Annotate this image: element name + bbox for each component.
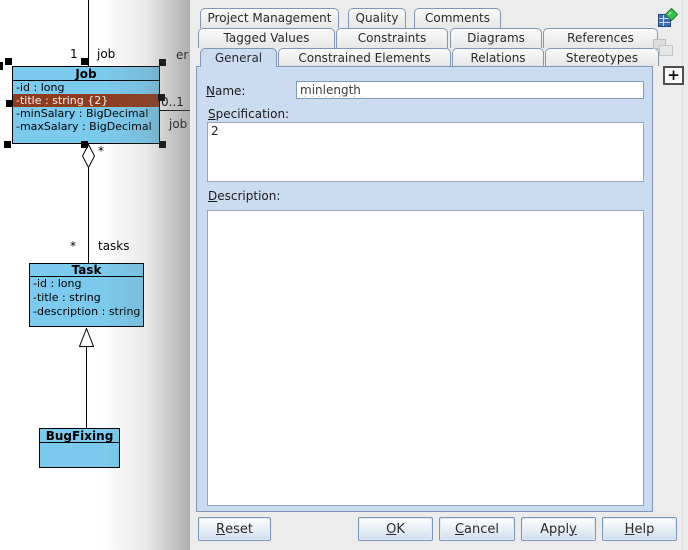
selection-handle[interactable]: [159, 141, 166, 148]
tab-relations[interactable]: Relations: [452, 48, 544, 66]
ok-button-mnemonic: O: [386, 522, 396, 537]
tab-project-management[interactable]: Project Management: [200, 8, 339, 28]
tab-diagrams[interactable]: Diagrams: [450, 28, 542, 48]
multiplicity-label[interactable]: 1: [70, 47, 78, 61]
association-line-right[interactable]: [160, 110, 190, 111]
job-attribute-title-selected[interactable]: -title : string {2}: [13, 94, 159, 107]
job-attribute-id[interactable]: -id : long: [13, 81, 159, 94]
expand-button[interactable]: +: [663, 66, 684, 85]
apply-button-pre: Appl: [540, 522, 569, 537]
ok-button-post: K: [396, 522, 405, 537]
tab-constrained-elements[interactable]: Constrained Elements: [278, 48, 451, 66]
tab-comments[interactable]: Comments: [414, 8, 501, 28]
aggregation-line[interactable]: [88, 166, 89, 263]
selection-handle[interactable]: [158, 94, 165, 101]
copy-icon-disabled: [652, 37, 674, 58]
application-window: 1 job er 0..1 job * * tasks Job -id : lo…: [0, 0, 688, 550]
job-attribute-maxsalary[interactable]: -maxSalary : BigDecimal: [13, 120, 159, 133]
name-label-mnemonic: N: [206, 84, 215, 98]
bugfixing-class[interactable]: BugFixing: [39, 428, 120, 468]
name-label: Name:: [206, 84, 245, 98]
description-textarea[interactable]: [207, 210, 644, 506]
multiplicity-label[interactable]: *: [70, 239, 76, 253]
generalization-triangle-icon[interactable]: [79, 328, 94, 347]
description-label-mnemonic: D: [208, 189, 217, 203]
tab-general[interactable]: General: [200, 48, 277, 67]
tab-tagged-values[interactable]: Tagged Values: [198, 28, 335, 48]
properties-dialog: Project Management Quality Comments Tagg…: [190, 0, 688, 550]
reset-button[interactable]: Reset: [198, 517, 271, 541]
role-label[interactable]: tasks: [98, 239, 130, 253]
help-button[interactable]: Help: [602, 517, 677, 541]
task-class[interactable]: Task -id : long -title : string -descrip…: [29, 263, 144, 327]
cancel-button-mnemonic: C: [455, 522, 464, 537]
task-attribute-id[interactable]: -id : long: [30, 277, 143, 291]
specification-label: Specification:: [208, 107, 289, 121]
general-tab-panel: Name: Specification: 2 Description:: [196, 66, 653, 512]
help-button-post: elp: [634, 522, 654, 537]
role-label[interactable]: job: [97, 47, 115, 61]
cancel-button[interactable]: Cancel: [439, 517, 515, 541]
job-class-name: Job: [13, 67, 159, 81]
reset-button-post: eset: [225, 522, 253, 537]
edge-tick: [0, 62, 3, 70]
selection-handle[interactable]: [81, 141, 88, 148]
selection-handle[interactable]: [5, 58, 12, 65]
tab-constraints[interactable]: Constraints: [336, 28, 448, 48]
tab-stereotypes[interactable]: Stereotypes: [545, 48, 659, 66]
selection-handle[interactable]: [4, 141, 11, 148]
generalization-line[interactable]: [86, 347, 87, 428]
reset-button-mnemonic: R: [216, 522, 225, 537]
tab-references[interactable]: References: [543, 28, 658, 48]
specification-label-text: pecification:: [216, 107, 289, 121]
task-attribute-description[interactable]: -description : string: [30, 305, 143, 319]
task-class-name: Task: [30, 264, 143, 277]
new-item-icon[interactable]: [658, 8, 678, 28]
tab-quality[interactable]: Quality: [348, 8, 406, 28]
diagram-canvas[interactable]: 1 job er 0..1 job * * tasks Job -id : lo…: [0, 0, 190, 550]
apply-button-mnemonic: y: [569, 522, 577, 537]
bugfixing-class-name: BugFixing: [40, 429, 119, 443]
description-label: Description:: [208, 189, 280, 203]
job-class[interactable]: Job -id : long -title : string {2} -minS…: [12, 66, 160, 144]
selection-handle[interactable]: [6, 100, 13, 107]
name-input[interactable]: [296, 81, 644, 99]
association-line-top[interactable]: [88, 0, 89, 66]
job-attribute-minsalary[interactable]: -minSalary : BigDecimal: [13, 107, 159, 120]
help-button-mnemonic: H: [625, 522, 635, 537]
specification-textarea[interactable]: 2: [207, 122, 644, 182]
cancel-button-post: ancel: [464, 522, 499, 537]
description-label-text: escription:: [217, 189, 280, 203]
clipped-role-label[interactable]: er: [176, 48, 188, 62]
selection-handle[interactable]: [81, 58, 88, 65]
apply-button[interactable]: Apply: [521, 517, 596, 541]
selection-handle[interactable]: [159, 59, 166, 66]
role-label[interactable]: job: [169, 117, 187, 131]
task-attribute-title[interactable]: -title : string: [30, 291, 143, 305]
ok-button[interactable]: OK: [358, 517, 433, 541]
specification-label-mnemonic: S: [208, 107, 216, 121]
name-label-text: ame:: [215, 84, 245, 98]
multiplicity-label[interactable]: *: [98, 144, 104, 158]
